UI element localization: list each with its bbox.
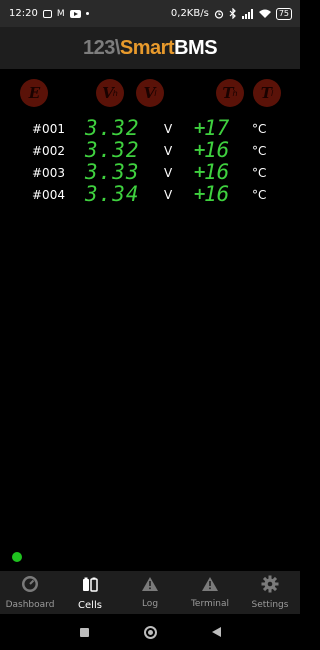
cell-temperature: 16 [204,138,230,162]
warning-icon [201,576,219,596]
temp-unit: °C [252,122,267,136]
nav-dashboard[interactable]: Dashboard [0,571,60,614]
balance-column-icon: E [20,79,48,107]
cell-voltage: 3.33 [85,160,140,184]
bluetooth-icon [229,8,237,19]
cell-id: #002 [32,144,65,158]
cell-voltage: 3.34 [85,182,140,206]
voltage-low-column-icon: Vl [136,79,164,107]
voltage-high-column-icon: Vh [96,79,124,107]
cell-id: #004 [32,188,65,202]
app-logo: 123\SmartBMS [82,36,218,60]
temp-high-column-icon: Th [216,79,244,107]
recent-apps-icon[interactable] [79,627,89,637]
cell-row[interactable]: #003 3.33 V + 16 °C [0,160,300,184]
tl-letter: T [260,84,272,102]
cell-voltage: 3.32 [85,116,140,140]
voltage-unit: V [164,144,173,158]
nav-cells[interactable]: Cells [60,571,120,614]
logo-part-bms: BMS [174,36,218,59]
cell-temperature: 17 [204,116,230,140]
connection-status-dot [12,552,22,562]
vh-letter: V [102,84,114,102]
gauge-icon [21,575,39,597]
warning-icon [141,576,159,596]
cell-row[interactable]: #004 3.34 V + 16 °C [0,182,300,206]
home-icon[interactable] [143,625,157,639]
cell-temperature: 16 [204,182,230,206]
temp-unit: °C [252,188,267,202]
alarm-icon [214,9,224,19]
notification-icon [42,9,52,18]
app-screen: 12:20 M 0,2KB/s 75 123\SmartBMS E V h V … [0,0,300,650]
cell-temperature: 16 [204,160,230,184]
cell-id: #001 [32,122,65,136]
app-header: 123\SmartBMS [0,27,300,69]
back-icon[interactable] [211,627,221,637]
nav-terminal[interactable]: Terminal [180,571,240,614]
vl-letter: V [143,84,156,102]
cell-id: #003 [32,166,65,180]
system-nav-bar [0,614,300,650]
balance-letter: E [28,84,40,102]
temp-unit: °C [252,144,267,158]
status-time: 12:20 [9,8,38,19]
cell-voltage: 3.32 [85,138,140,162]
th-letter: T [222,84,233,102]
nav-settings-label: Settings [251,600,289,610]
voltage-unit: V [164,188,173,202]
vl-sub: l [154,88,157,98]
battery-indicator: 75 [275,7,292,20]
youtube-icon [69,9,81,18]
temp-unit: °C [252,166,267,180]
tl-sub: l [270,88,274,98]
bottom-nav: Dashboard Cells Log Terminal Settings [0,571,300,614]
nav-cells-label: Cells [78,599,102,611]
gear-icon [261,575,279,597]
nav-log[interactable]: Log [120,571,180,614]
nav-log-label: Log [141,599,159,609]
gmail-icon: M [56,8,65,19]
battery-cells-icon [81,575,99,597]
voltage-unit: V [164,166,173,180]
network-speed: 0,2KB/s [170,8,209,19]
nav-terminal-label: Terminal [190,599,230,609]
more-notifications-icon [85,12,89,15]
voltage-unit: V [164,122,173,136]
vh-sub: h [112,88,118,98]
temp-low-column-icon: Tl [253,79,281,107]
signal-icon [241,8,254,19]
status-right: 0,2KB/s 75 [170,7,292,20]
nav-settings[interactable]: Settings [240,571,300,614]
logo-part-smart: Smart [119,36,175,59]
wifi-icon [258,9,271,18]
th-sub: h [232,88,238,98]
cell-row[interactable]: #002 3.32 V + 16 °C [0,138,300,162]
status-left: 12:20 M [9,8,89,19]
nav-dashboard-label: Dashboard [5,600,55,610]
logo-part-number: 123\ [82,36,120,59]
cell-row[interactable]: #001 3.32 V + 17 °C [0,116,300,140]
status-bar: 12:20 M 0,2KB/s 75 [0,0,300,27]
